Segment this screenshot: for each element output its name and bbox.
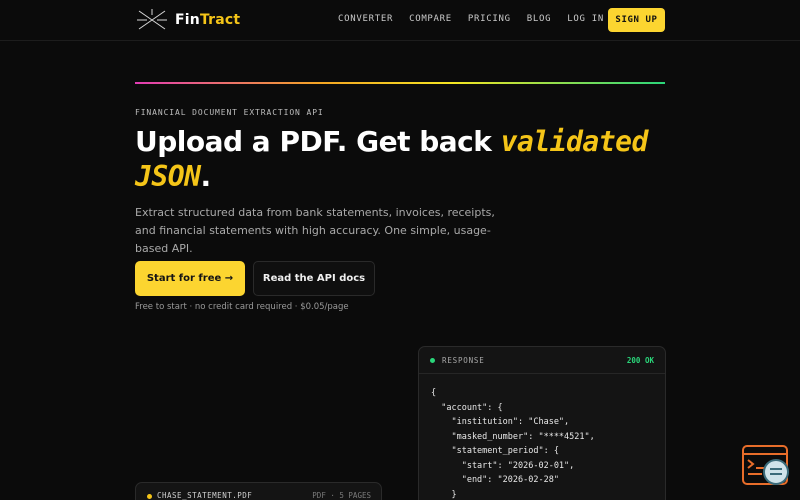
nav-links: CONVERTER COMPARE PRICING BLOG LOG IN bbox=[338, 14, 620, 24]
nav-link-login[interactable]: LOG IN bbox=[567, 14, 604, 24]
code-line: "institution": "Chase", bbox=[431, 417, 570, 427]
headline-plain: Upload a PDF. Get back bbox=[135, 125, 501, 158]
code-line: "end": "2026-02-28" bbox=[431, 475, 559, 485]
chat-widget-icon[interactable] bbox=[742, 445, 790, 487]
code-line: "masked_number": "****4521", bbox=[431, 431, 595, 442]
headline-end: . bbox=[200, 160, 211, 193]
gradient-divider bbox=[135, 82, 665, 84]
code-line: { bbox=[431, 388, 437, 398]
hero-fineprint: Free to start · no credit card required … bbox=[135, 302, 349, 312]
hero-eyebrow: FINANCIAL DOCUMENT EXTRACTION API bbox=[135, 108, 324, 117]
response-status-badge: 200 OK bbox=[626, 355, 654, 365]
response-code-block: { "account": { "institution": "Chase", "… bbox=[419, 374, 665, 500]
file-meta: PDF · 5 PAGES bbox=[312, 491, 371, 500]
api-docs-button[interactable]: Read the API docs bbox=[253, 261, 375, 296]
status-dot-icon bbox=[430, 357, 435, 363]
code-line: "account": { bbox=[431, 402, 503, 413]
response-panel-title: RESPONSE bbox=[442, 355, 485, 365]
top-navigation: FinTract CONVERTER COMPARE PRICING BLOG … bbox=[0, 0, 800, 41]
hero-subtitle: Extract structured data from bank statem… bbox=[135, 206, 495, 255]
code-line: "statement_period": { bbox=[431, 446, 559, 456]
nav-link-blog[interactable]: BLOG bbox=[527, 14, 551, 24]
file-card: CHASE_STATEMENT.PDF PDF · 5 PAGES bbox=[135, 482, 382, 500]
file-status-dot-icon bbox=[147, 494, 152, 499]
logo-icon bbox=[137, 9, 167, 30]
nav-link-compare[interactable]: COMPARE bbox=[409, 14, 452, 24]
nav-link-converter[interactable]: CONVERTER bbox=[338, 14, 393, 24]
nav-link-pricing[interactable]: PRICING bbox=[468, 14, 511, 24]
brand-logo[interactable]: FinTract bbox=[137, 9, 240, 31]
brand-name-part1: Fin bbox=[175, 12, 200, 28]
code-line: } bbox=[431, 489, 457, 500]
signup-button[interactable]: SIGN UP bbox=[608, 8, 665, 32]
hero-headline: Upload a PDF. Get back validated JSON. bbox=[135, 124, 675, 194]
brand-name: FinTract bbox=[175, 12, 240, 28]
code-line: "start": "2026-02-01", bbox=[431, 460, 575, 471]
brand-name-part2: Tract bbox=[199, 12, 241, 28]
response-panel-header: RESPONSE 200 OK bbox=[419, 347, 665, 374]
start-free-button[interactable]: Start for free → bbox=[135, 261, 245, 296]
response-panel: RESPONSE 200 OK { "account": { "institut… bbox=[418, 346, 666, 500]
file-name: CHASE_STATEMENT.PDF bbox=[157, 491, 253, 500]
